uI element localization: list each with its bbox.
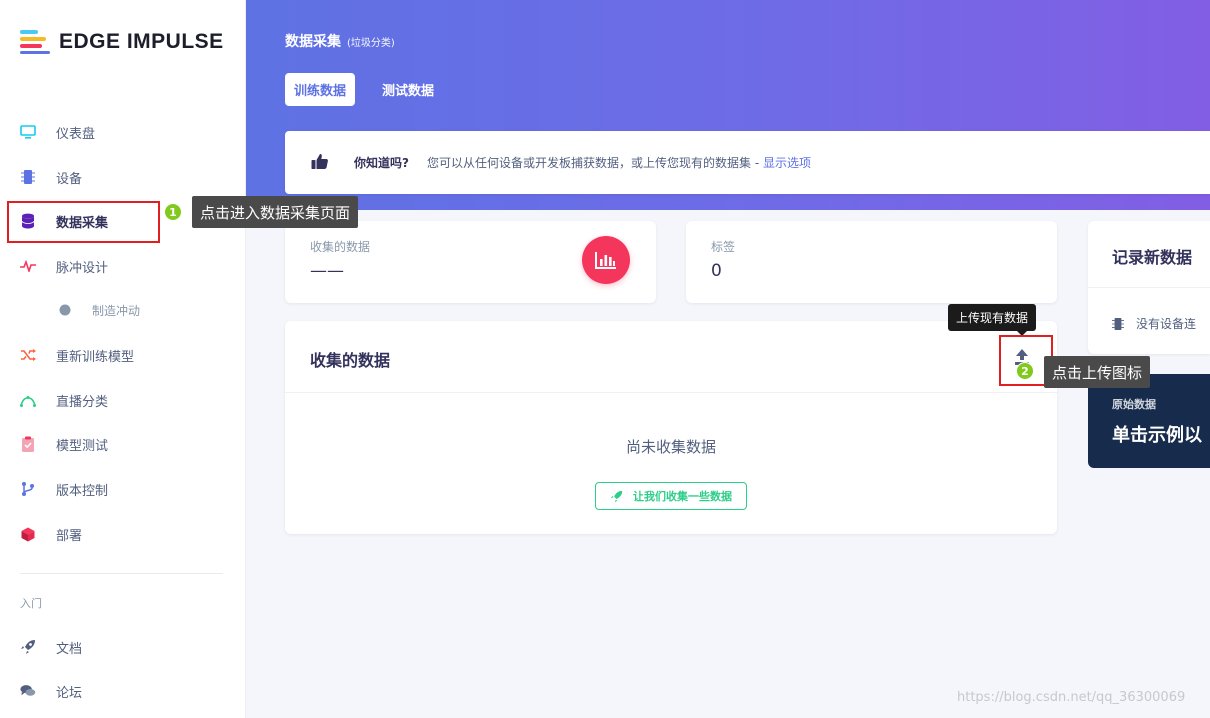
empty-state-text: 尚未收集数据 [625, 438, 716, 456]
chat-icon [20, 683, 36, 699]
sidebar-item-label: 直播分类 [56, 394, 109, 410]
curve-icon [20, 392, 36, 408]
show-options-link[interactable]: 显示选项 [763, 156, 811, 170]
step-2-callout: 点击上传图标 [1044, 356, 1151, 388]
sidebar-item-documentation[interactable]: 文档 [0, 627, 246, 667]
sidebar-item-devices[interactable]: 设备 [0, 157, 246, 197]
did-you-know-card: 你知道吗? 您可以从任何设备或开发板捕获数据，或上传您现有的数据集 - 显示选项 [285, 131, 1210, 194]
no-device-row: 没有设备连 [1112, 315, 1196, 332]
sidebar-item-label: 版本控制 [56, 483, 109, 499]
card-divider [285, 392, 1057, 393]
card-divider [1088, 287, 1210, 288]
tab-test-data[interactable]: 测试数据 [373, 73, 443, 106]
sidebar-item-label: 论坛 [56, 685, 83, 701]
chip-icon [1112, 317, 1124, 330]
project-name: (垃圾分类) [347, 38, 395, 49]
sidebar-item-retrain-model[interactable]: 重新训练模型 [0, 335, 246, 375]
sidebar-item-label: 制造冲动 [92, 303, 141, 318]
collect-data-button[interactable]: 让我们收集一些数据 [595, 482, 747, 510]
clipboard-check-icon [20, 436, 36, 452]
no-device-text: 没有设备连 [1136, 317, 1197, 331]
step-1-badge: 1 [164, 203, 182, 221]
cube-icon [20, 526, 36, 542]
sidebar-item-label: 仪表盘 [56, 126, 96, 142]
logo-text: EDGE IMPULSE [59, 30, 224, 53]
raw-data-label: 原始数据 [1112, 398, 1156, 411]
page-title: 数据采集 (垃圾分类) [285, 31, 395, 51]
dot-icon [57, 302, 73, 318]
sidebar-item-label: 脉冲设计 [56, 260, 109, 276]
sidebar-item-deployment[interactable]: 部署 [0, 514, 246, 554]
upload-tooltip: 上传现有数据 [948, 304, 1037, 331]
step-1-callout: 点击进入数据采集页面 [192, 196, 359, 228]
pulse-icon [20, 258, 36, 274]
stat-value: 0 [711, 261, 722, 281]
raw-data-card: 原始数据 单击示例以 [1088, 374, 1210, 468]
record-title: 记录新数据 [1112, 248, 1193, 267]
shuffle-icon [20, 347, 36, 363]
watermark: https://blog.csdn.net/qq_36300069 [957, 690, 1186, 705]
info-body: 您可以从任何设备或开发板捕获数据，或上传您现有的数据集 - 显示选项 [427, 154, 811, 171]
sidebar-item-forum[interactable]: 论坛 [0, 671, 246, 711]
thumbs-up-icon [311, 152, 329, 170]
highlight-data-acquisition [7, 201, 160, 243]
edge-impulse-logo[interactable]: EDGE IMPULSE [20, 30, 224, 54]
rocket-icon [610, 490, 623, 502]
stat-value: —— [310, 261, 344, 281]
collect-data-label: 让我们收集一些数据 [633, 490, 732, 503]
branch-icon [20, 481, 36, 497]
chip-icon [20, 169, 36, 185]
sidebar-item-label: 设备 [56, 171, 83, 187]
sidebar-item-label: 模型测试 [56, 438, 109, 454]
sidebar-item-label: 文档 [56, 641, 83, 657]
record-new-data-card: 记录新数据 没有设备连 [1088, 221, 1210, 354]
stat-label: 标签 [711, 240, 736, 254]
sidebar-divider [20, 573, 223, 574]
collected-data-card: 收集的数据 尚未收集数据 让我们收集一些数据 [285, 321, 1057, 534]
step-2-badge: 2 [1016, 362, 1034, 380]
sidebar: EDGE IMPULSE 仪表盘 设备 数据采集 脉冲设计 制造冲动 重新训练模… [0, 0, 246, 718]
labels-stat-card: 标签 0 [686, 221, 1057, 303]
raw-data-hint: 单击示例以 [1112, 425, 1202, 446]
monitor-icon [20, 124, 36, 140]
logo-mark-icon [20, 30, 52, 54]
tab-training-data[interactable]: 训练数据 [285, 73, 356, 106]
sidebar-item-versioning[interactable]: 版本控制 [0, 469, 246, 509]
collected-data-stat-card: 收集的数据 —— [285, 221, 656, 303]
stat-label: 收集的数据 [310, 240, 371, 254]
sidebar-item-model-testing[interactable]: 模型测试 [0, 424, 246, 464]
sidebar-section-label: 入门 [20, 597, 42, 610]
info-title: 你知道吗? [354, 156, 409, 170]
bar-chart-icon [582, 236, 630, 284]
sidebar-item-label: 部署 [56, 528, 83, 544]
info-body-text: 您可以从任何设备或开发板捕获数据，或上传您现有的数据集 - [427, 156, 763, 170]
page-title-text: 数据采集 [285, 34, 341, 50]
sidebar-item-label: 重新训练模型 [56, 349, 135, 365]
collected-data-title: 收集的数据 [310, 351, 391, 370]
sidebar-item-create-impulse[interactable]: 制造冲动 [0, 290, 246, 330]
sidebar-item-dashboard[interactable]: 仪表盘 [0, 112, 246, 152]
sidebar-item-live-classification[interactable]: 直播分类 [0, 380, 246, 420]
rocket-icon [20, 639, 36, 655]
sidebar-item-impulse-design[interactable]: 脉冲设计 [0, 246, 246, 286]
